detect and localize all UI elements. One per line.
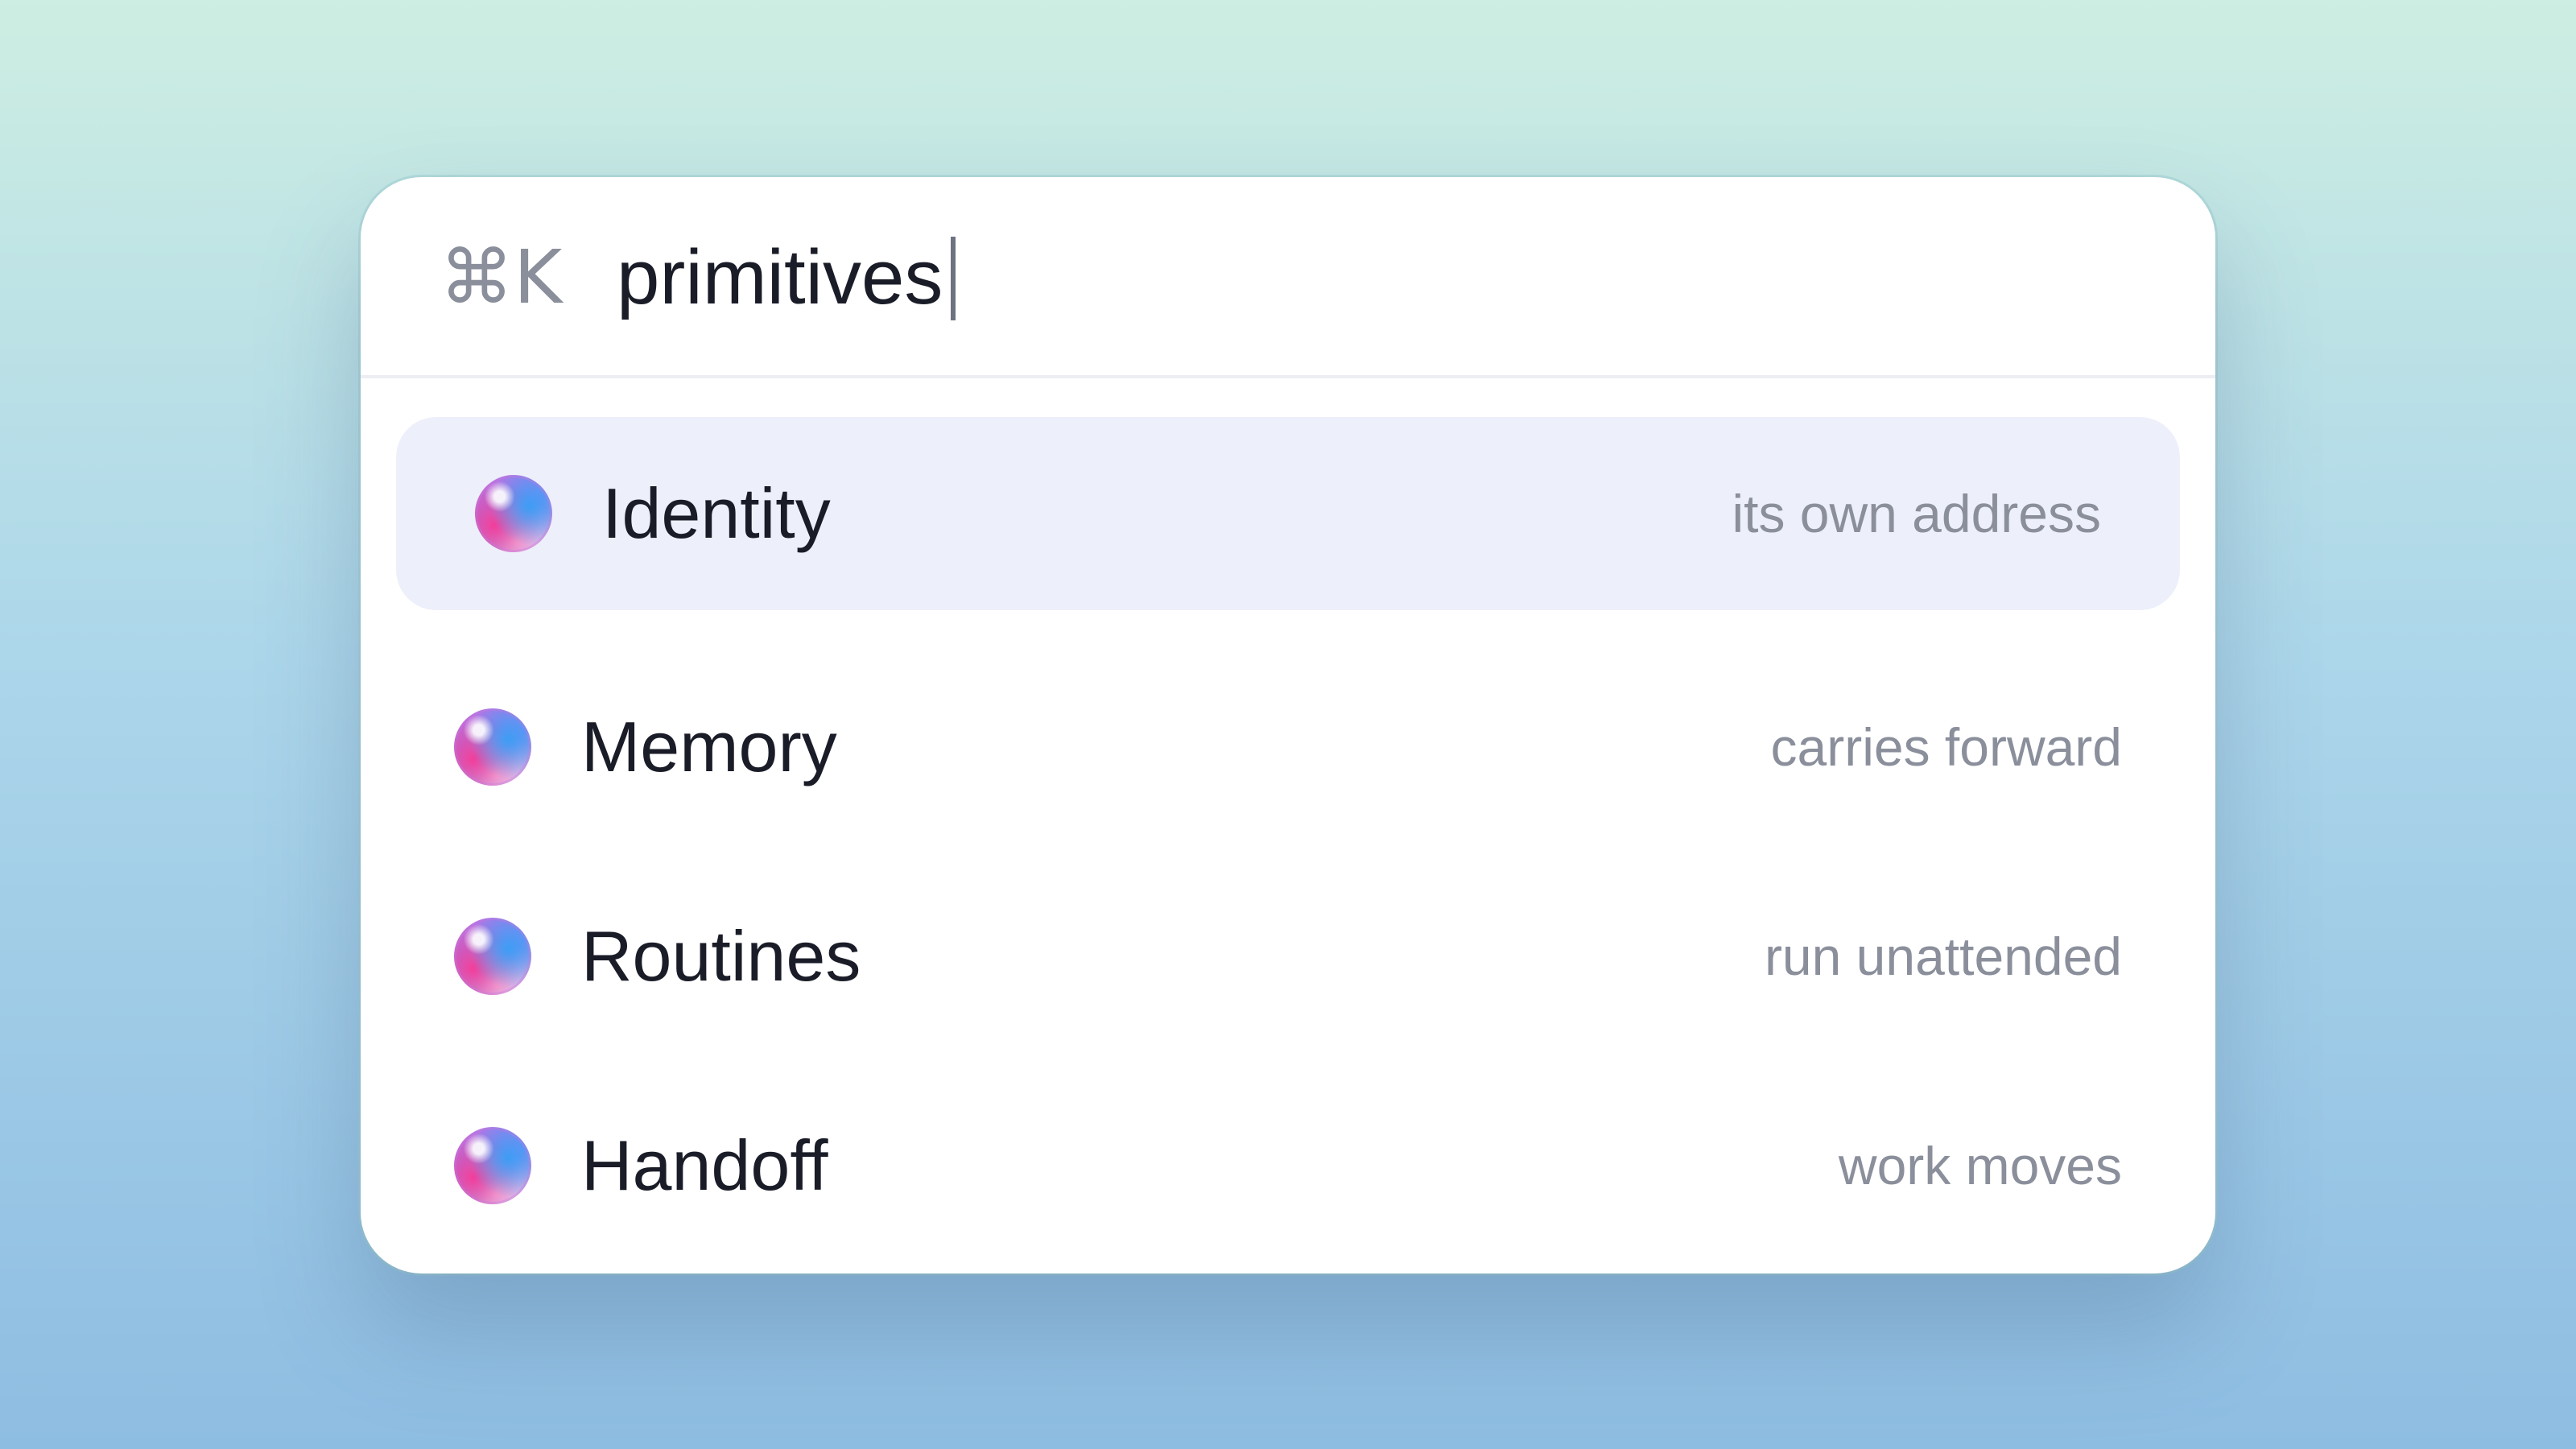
gradient-orb-icon <box>454 1127 531 1204</box>
gradient-orb-icon <box>454 708 531 786</box>
result-label: Handoff <box>581 1125 828 1205</box>
search-input[interactable]: primitives <box>617 177 956 378</box>
result-item-handoff[interactable]: Handoff work moves <box>396 1069 2180 1262</box>
text-caret <box>951 236 956 320</box>
result-label: Routines <box>581 916 861 996</box>
result-item-identity[interactable]: Identity its own address <box>396 417 2180 610</box>
result-label: Memory <box>581 707 837 786</box>
result-item-routines[interactable]: Routines run unattended <box>396 860 2180 1053</box>
shortcut-hint: ⌘K <box>440 234 563 320</box>
result-label: Identity <box>602 473 831 553</box>
search-bar[interactable]: ⌘K primitives <box>361 177 2215 378</box>
gradient-orb-icon <box>454 918 531 995</box>
result-hint: carries forward <box>1770 717 2122 777</box>
command-palette: ⌘K primitives Identity its own address M… <box>361 177 2215 1274</box>
search-query-text: primitives <box>617 234 943 320</box>
result-hint: run unattended <box>1764 927 2122 986</box>
result-item-memory[interactable]: Memory carries forward <box>396 650 2180 844</box>
gradient-orb-icon <box>475 475 552 552</box>
result-hint: work moves <box>1838 1136 2122 1195</box>
result-hint: its own address <box>1732 484 2101 543</box>
